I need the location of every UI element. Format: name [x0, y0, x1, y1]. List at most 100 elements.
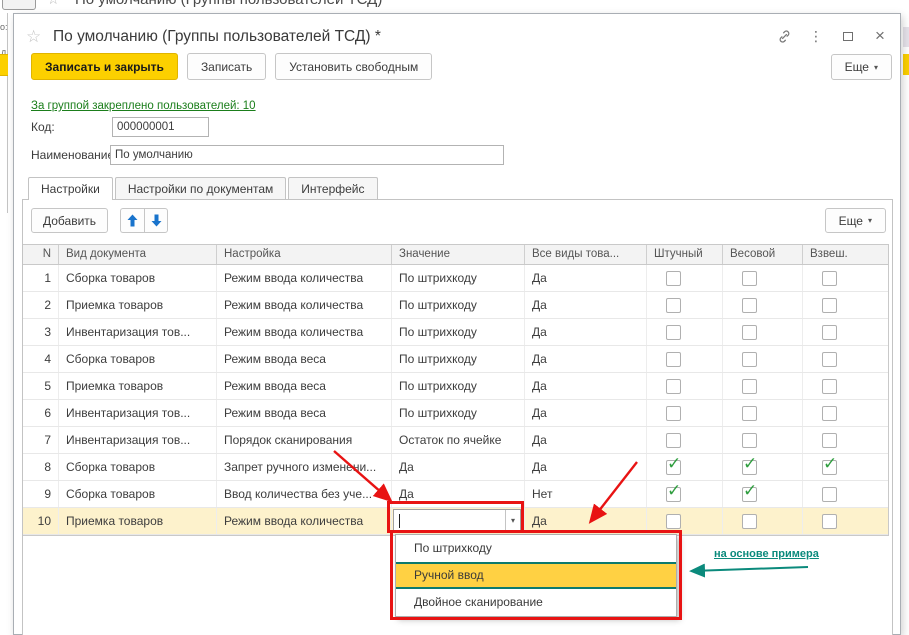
all-goods-cell[interactable]: Да	[525, 265, 647, 291]
close-icon[interactable]: ×	[872, 28, 888, 44]
piece-checkbox[interactable]	[666, 352, 681, 367]
weight-checkbox[interactable]	[742, 406, 757, 421]
weight-checkbox[interactable]	[742, 325, 757, 340]
piece-checkbox[interactable]	[666, 379, 681, 394]
value-cell[interactable]: Да	[392, 454, 525, 480]
document-type-cell[interactable]: Сборка товаров	[59, 454, 217, 480]
value-cell[interactable]: По штрихкоду	[392, 319, 525, 345]
column-header[interactable]: Значение	[392, 245, 525, 264]
weighed-checkbox[interactable]	[822, 325, 837, 340]
table-row[interactable]: 3Инвентаризация тов...Режим ввода количе…	[23, 319, 888, 346]
tab-settings[interactable]: Настройки	[28, 177, 113, 200]
setting-cell[interactable]: Режим ввода веса	[217, 346, 392, 372]
setting-cell[interactable]: Режим ввода количества	[217, 508, 392, 534]
weighed-checkbox-checked[interactable]: ✓	[822, 460, 837, 475]
weight-checkbox[interactable]	[742, 379, 757, 394]
tab-settings-by-documents[interactable]: Настройки по документам	[115, 177, 286, 199]
assigned-users-link[interactable]: За группой закреплено пользователей: 10	[31, 100, 256, 112]
piece-checkbox[interactable]	[666, 514, 681, 529]
piece-checkbox[interactable]	[666, 298, 681, 313]
table-row[interactable]: 2Приемка товаровРежим ввода количестваПо…	[23, 292, 888, 319]
setting-cell[interactable]: Запрет ручного изменени...	[217, 454, 392, 480]
weighed-checkbox[interactable]	[822, 379, 837, 394]
move-down-button[interactable]	[144, 208, 168, 233]
value-cell[interactable]: Остаток по ячейке	[392, 427, 525, 453]
table-row[interactable]: 6Инвентаризация тов...Режим ввода весаПо…	[23, 400, 888, 427]
all-goods-cell[interactable]: Да	[525, 292, 647, 318]
value-cell[interactable]: По штрихкоду	[392, 346, 525, 372]
table-row[interactable]: 1Сборка товаровРежим ввода количестваПо …	[23, 265, 888, 292]
all-goods-cell[interactable]: Да	[525, 427, 647, 453]
all-goods-cell[interactable]: Да	[525, 346, 647, 372]
document-type-cell[interactable]: Сборка товаров	[59, 265, 217, 291]
document-type-cell[interactable]: Сборка товаров	[59, 346, 217, 372]
piece-checkbox-checked[interactable]: ✓	[666, 487, 681, 502]
all-goods-cell[interactable]: Да	[525, 400, 647, 426]
all-goods-cell[interactable]: Да	[525, 319, 647, 345]
document-type-cell[interactable]: Инвентаризация тов...	[59, 400, 217, 426]
save-button[interactable]: Записать	[187, 53, 266, 80]
move-up-button[interactable]	[120, 208, 144, 233]
weighed-checkbox[interactable]	[822, 352, 837, 367]
weight-checkbox[interactable]	[742, 271, 757, 286]
column-header[interactable]: Штучный	[647, 245, 723, 264]
setting-cell[interactable]: Режим ввода количества	[217, 265, 392, 291]
value-cell[interactable]: По штрихкоду	[392, 292, 525, 318]
column-header[interactable]: Настройка	[217, 245, 392, 264]
column-header[interactable]: Все виды това...	[525, 245, 647, 264]
table-more-button[interactable]: Еще▾	[825, 208, 886, 233]
weighed-checkbox[interactable]	[822, 271, 837, 286]
weighed-checkbox[interactable]	[822, 433, 837, 448]
weighed-checkbox[interactable]	[822, 514, 837, 529]
value-cell[interactable]: По штрихкоду	[392, 265, 525, 291]
document-type-cell[interactable]: Инвентаризация тов...	[59, 319, 217, 345]
tab-interface[interactable]: Интерфейс	[288, 177, 377, 199]
weight-checkbox[interactable]	[742, 514, 757, 529]
column-header[interactable]: Весовой	[723, 245, 803, 264]
add-button[interactable]: Добавить	[31, 208, 108, 233]
weight-checkbox-checked[interactable]: ✓	[742, 460, 757, 475]
document-type-cell[interactable]: Приемка товаров	[59, 292, 217, 318]
weight-checkbox-checked[interactable]: ✓	[742, 487, 757, 502]
column-header[interactable]: Взвеш.	[803, 245, 887, 264]
piece-checkbox[interactable]	[666, 406, 681, 421]
value-cell[interactable]: По штрихкоду	[392, 373, 525, 399]
set-free-button[interactable]: Установить свободным	[275, 53, 432, 80]
weight-checkbox[interactable]	[742, 352, 757, 367]
piece-checkbox[interactable]	[666, 271, 681, 286]
piece-checkbox-checked[interactable]: ✓	[666, 460, 681, 475]
document-type-cell[interactable]: Приемка товаров	[59, 373, 217, 399]
piece-checkbox[interactable]	[666, 433, 681, 448]
piece-checkbox[interactable]	[666, 325, 681, 340]
all-goods-cell[interactable]: Да	[525, 373, 647, 399]
name-field[interactable]	[110, 145, 504, 165]
more-button[interactable]: Еще▾	[831, 54, 892, 80]
document-type-cell[interactable]: Сборка товаров	[59, 481, 217, 507]
table-row[interactable]: 8Сборка товаровЗапрет ручного изменени..…	[23, 454, 888, 481]
table-row[interactable]: 7Инвентаризация тов...Порядок сканирован…	[23, 427, 888, 454]
table-row[interactable]: 4Сборка товаровРежим ввода весаПо штрихк…	[23, 346, 888, 373]
weighed-checkbox[interactable]	[822, 298, 837, 313]
save-and-close-button[interactable]: Записать и закрыть	[31, 53, 178, 80]
all-goods-cell[interactable]: Да	[525, 454, 647, 480]
maximize-icon[interactable]	[840, 28, 856, 44]
link-icon[interactable]	[776, 28, 792, 44]
column-header[interactable]: Вид документа	[59, 245, 217, 264]
column-header[interactable]: N	[23, 245, 59, 264]
value-cell[interactable]: По штрихкоду	[392, 400, 525, 426]
setting-cell[interactable]: Порядок сканирования	[217, 427, 392, 453]
code-field[interactable]	[112, 117, 209, 137]
favorite-star-icon[interactable]: ☆	[26, 27, 41, 47]
more-vertical-icon[interactable]: ⋮	[808, 28, 824, 44]
setting-cell[interactable]: Режим ввода количества	[217, 319, 392, 345]
table-row[interactable]: 5Приемка товаровРежим ввода весаПо штрих…	[23, 373, 888, 400]
setting-cell[interactable]: Режим ввода количества	[217, 292, 392, 318]
setting-cell[interactable]: Режим ввода веса	[217, 400, 392, 426]
setting-cell[interactable]: Ввод количества без уче...	[217, 481, 392, 507]
all-goods-cell[interactable]: Нет	[525, 481, 647, 507]
weight-checkbox[interactable]	[742, 433, 757, 448]
weighed-checkbox[interactable]	[822, 406, 837, 421]
setting-cell[interactable]: Режим ввода веса	[217, 373, 392, 399]
document-type-cell[interactable]: Инвентаризация тов...	[59, 427, 217, 453]
weight-checkbox[interactable]	[742, 298, 757, 313]
